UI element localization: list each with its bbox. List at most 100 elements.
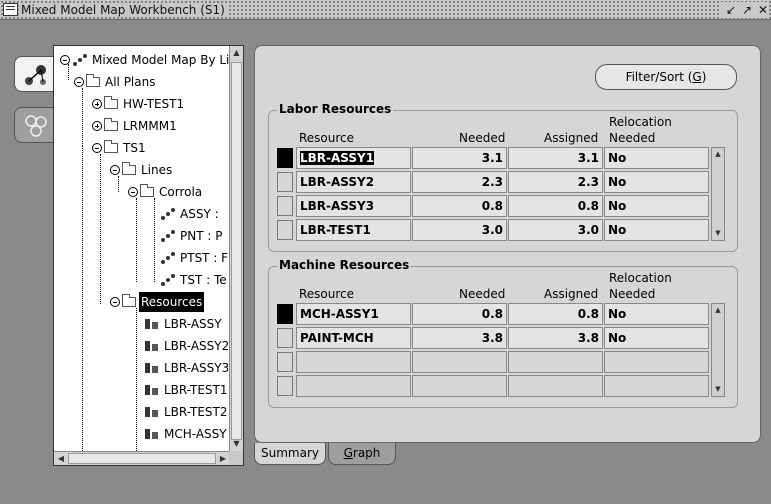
labor-resources-title: Labor Resources [277, 102, 394, 116]
collapse-icon[interactable] [110, 297, 120, 307]
machine-grid-scrollbar[interactable]: ▲ ▼ [711, 303, 725, 397]
needed-cell[interactable]: 0.8 [412, 195, 507, 217]
assigned-cell[interactable] [508, 351, 603, 373]
expand-icon[interactable] [92, 121, 102, 131]
assigned-cell[interactable]: 0.8 [508, 195, 603, 217]
scroll-down-icon[interactable]: ▼ [712, 383, 724, 396]
tree-item-plan[interactable]: TS1 [92, 138, 148, 158]
tree-item-resource[interactable]: LBR-ASSY3 [144, 358, 230, 378]
tree-item-line[interactable]: Corrola [128, 182, 204, 202]
needed-cell[interactable]: 0.8 [412, 303, 507, 325]
relocation-cell[interactable]: No [604, 303, 709, 325]
maximize-icon[interactable]: ↗ [741, 3, 753, 17]
relocation-cell[interactable]: No [604, 147, 709, 169]
collapse-icon[interactable] [60, 55, 70, 65]
resource-cell[interactable]: LBR-ASSY1 [296, 147, 411, 169]
relocation-cell[interactable] [604, 375, 709, 397]
resource-icon [145, 429, 158, 439]
tree-item-all-plans[interactable]: All Plans [74, 72, 157, 92]
needed-cell[interactable]: 2.3 [412, 171, 507, 193]
collapse-icon[interactable] [92, 143, 102, 153]
tree-item-line-op[interactable]: ASSY : [160, 204, 221, 224]
scroll-thumb[interactable] [231, 62, 242, 440]
tree-item-resources[interactable]: Resources [110, 292, 205, 312]
column-header-relocation-needed: Needed [609, 287, 656, 301]
assigned-cell[interactable]: 3.0 [508, 219, 603, 241]
collapse-icon[interactable] [128, 187, 138, 197]
filter-sort-button[interactable]: Filter/Sort (G) [595, 64, 737, 90]
tab-summary[interactable]: Summary [254, 443, 326, 465]
scroll-down-icon[interactable]: ▼ [712, 227, 724, 240]
row-selector[interactable] [277, 220, 293, 240]
collapse-icon[interactable] [74, 77, 84, 87]
resource-cell[interactable]: LBR-TEST1 [296, 219, 411, 241]
collapse-icon[interactable] [110, 165, 120, 175]
tree-item-resource[interactable]: LBR-TEST1 [144, 380, 230, 400]
tree-item-plan[interactable]: HW-TEST1 [92, 94, 186, 114]
tree-item-resource[interactable]: LBR-ASSY2 [144, 336, 230, 356]
scroll-down-icon[interactable]: ▼ [230, 437, 243, 451]
resource-cell[interactable]: MCH-ASSY1 [296, 303, 411, 325]
needed-cell[interactable] [412, 351, 507, 373]
expand-icon[interactable] [92, 99, 102, 109]
resource-cell[interactable]: LBR-ASSY3 [296, 195, 411, 217]
tree-vertical-scrollbar[interactable]: ▲ ▼ [229, 46, 243, 451]
tree-item-line-op[interactable]: PNT : P [160, 226, 224, 246]
folder-icon [104, 140, 118, 153]
assigned-cell[interactable]: 0.8 [508, 303, 603, 325]
tab-hierarchy[interactable] [14, 56, 54, 92]
resource-cell[interactable]: LBR-ASSY2 [296, 171, 411, 193]
resource-cell[interactable] [296, 351, 411, 373]
row-selector[interactable] [277, 328, 293, 348]
row-selector[interactable] [277, 148, 293, 168]
relocation-cell[interactable]: No [604, 219, 709, 241]
navigator-tree: Mixed Model Map By Li All Plans HW-TEST1… [53, 45, 244, 466]
labor-resources-group: Labor Resources Resource Needed Assigned… [268, 102, 738, 252]
close-icon[interactable]: ✕ [757, 3, 769, 17]
tree-item-resource[interactable]: LBR-ASSY [144, 314, 224, 334]
needed-cell[interactable]: 3.1 [412, 147, 507, 169]
labor-grid-scrollbar[interactable]: ▲ ▼ [711, 147, 725, 241]
column-header-needed: Needed [459, 287, 506, 301]
tree-item-lines[interactable]: Lines [110, 160, 174, 180]
tree-item-resource[interactable]: LBR-TEST2 [144, 402, 230, 422]
minimize-icon[interactable]: ↙ [725, 3, 737, 17]
relocation-cell[interactable]: No [604, 195, 709, 217]
scroll-up-icon[interactable]: ▲ [712, 148, 724, 161]
row-selector[interactable] [277, 196, 293, 216]
relocation-cell[interactable]: No [604, 327, 709, 349]
tree-content: Mixed Model Map By Li All Plans HW-TEST1… [54, 46, 230, 451]
scroll-right-icon[interactable]: ▶ [216, 452, 230, 465]
tree-item-line-op[interactable]: PTST : F [160, 248, 230, 268]
row-selector[interactable] [277, 376, 293, 396]
relocation-cell[interactable] [604, 351, 709, 373]
row-selector[interactable] [277, 172, 293, 192]
scroll-up-icon[interactable]: ▲ [230, 46, 243, 60]
scroll-left-icon[interactable]: ◀ [54, 452, 68, 465]
assigned-cell[interactable]: 3.1 [508, 147, 603, 169]
assigned-cell[interactable]: 3.8 [508, 327, 603, 349]
needed-cell[interactable]: 3.0 [412, 219, 507, 241]
row-selector[interactable] [277, 304, 293, 324]
hierarchy-icon [25, 65, 46, 85]
resource-cell[interactable] [296, 375, 411, 397]
tab-cluster[interactable] [14, 107, 54, 143]
needed-cell[interactable] [412, 375, 507, 397]
title-bar: Mixed Model Map Workbench (S1) ↙ ↗ ✕ [0, 0, 771, 20]
resource-cell[interactable]: PAINT-MCH [296, 327, 411, 349]
tree-horizontal-scrollbar[interactable]: ◀ ▶ [54, 451, 230, 465]
column-header-relocation-needed: Needed [609, 131, 656, 145]
tree-root[interactable]: Mixed Model Map By Li [60, 50, 230, 70]
relocation-cell[interactable]: No [604, 171, 709, 193]
row-selector[interactable] [277, 352, 293, 372]
tree-item-line-op[interactable]: TST : Te [160, 270, 229, 290]
needed-cell[interactable]: 3.8 [412, 327, 507, 349]
tree-item-plan[interactable]: LRMMM1 [92, 116, 179, 136]
assigned-cell[interactable]: 2.3 [508, 171, 603, 193]
scroll-up-icon[interactable]: ▲ [712, 304, 724, 317]
machine-resources-title: Machine Resources [277, 258, 412, 272]
assigned-cell[interactable] [508, 375, 603, 397]
scroll-thumb[interactable] [68, 453, 216, 464]
tree-item-resource[interactable]: MCH-ASSY [144, 424, 229, 444]
tab-graph[interactable]: Graph [328, 443, 396, 465]
